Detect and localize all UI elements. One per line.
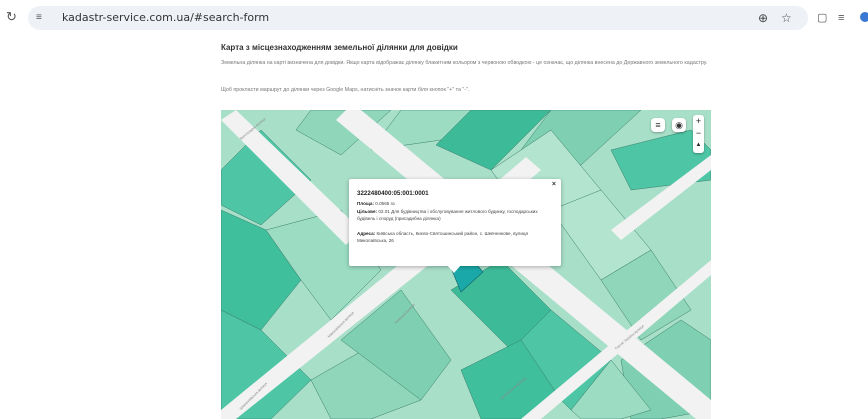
cadastral-map[interactable]: Виноградна вулиця Миколаївська вулиця Ки… xyxy=(221,110,711,419)
bookmark-star-icon[interactable]: ☆ xyxy=(781,11,792,25)
north-arrow-icon[interactable]: ▲ xyxy=(693,139,704,151)
url-text[interactable]: kadastr-service.com.ua/#search-form xyxy=(62,11,269,24)
address-row: Адреса: Київська область, Києво-Святошин… xyxy=(357,231,553,245)
address-label: Адреса: xyxy=(357,231,376,236)
page-title: Карта з місцезнаходженням земельної діля… xyxy=(221,43,458,52)
address-bar[interactable]: ≡ kadastr-service.com.ua/#search-form ⊕ … xyxy=(28,6,808,30)
area-row: Площа: 0.0565 га xyxy=(357,201,553,208)
parcel-popup: × 3222480400:05:001:0001 Площа: 0.0565 г… xyxy=(349,179,561,273)
page-description: Земельна ділянка на карті визначена для … xyxy=(221,60,708,66)
extensions-icon[interactable]: ▢ xyxy=(817,11,827,25)
zoom-in-button[interactable]: + xyxy=(693,115,704,127)
purpose-value: 02.01 Для будівництва і обслуговування ж… xyxy=(357,209,538,221)
reading-list-icon[interactable]: ≡ xyxy=(838,11,844,25)
route-hint: Щоб прокласти маршрут до ділянки через G… xyxy=(221,87,470,93)
zoom-control: + − ▲ xyxy=(693,115,704,153)
area-label: Площа: xyxy=(357,201,374,206)
purpose-label: Цільове: xyxy=(357,209,378,214)
profile-avatar[interactable] xyxy=(860,12,868,22)
zoom-icon[interactable]: ⊕ xyxy=(758,11,768,25)
purpose-row: Цільове: 02.01 Для будівництва і обслуго… xyxy=(357,209,553,223)
site-settings-icon[interactable]: ≡ xyxy=(36,12,50,24)
browser-toolbar: ↻ ≡ kadastr-service.com.ua/#search-form … xyxy=(0,0,868,36)
close-icon[interactable]: × xyxy=(552,181,556,188)
zoom-out-button[interactable]: − xyxy=(693,127,704,139)
layers-button[interactable]: ≡ xyxy=(651,118,665,132)
popup-pointer xyxy=(447,265,461,273)
address-value: Київська область, Києво-Святошинський ра… xyxy=(357,231,529,243)
reload-icon[interactable]: ↻ xyxy=(6,10,20,24)
area-value: 0.0565 га xyxy=(375,201,395,206)
cadastral-number: 3222480400:05:001:0001 xyxy=(357,190,429,197)
route-button[interactable]: ◉ xyxy=(672,118,686,132)
